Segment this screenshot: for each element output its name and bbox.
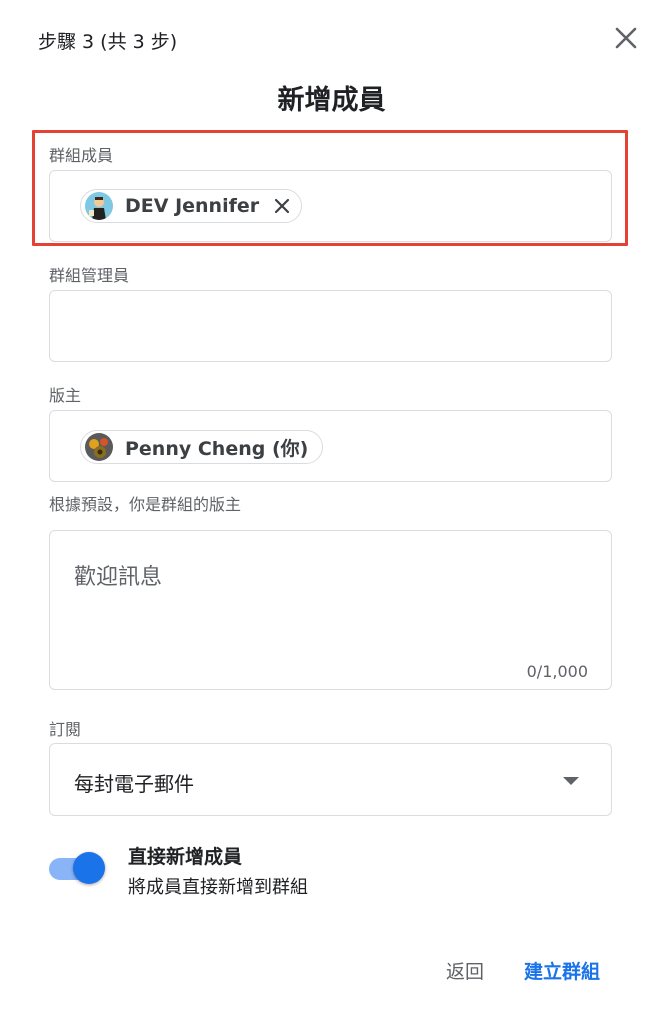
dropdown-arrow-icon: [563, 777, 579, 785]
managers-label: 群組管理員: [49, 266, 130, 285]
owner-chip-penny-cheng[interactable]: Penny Cheng (你): [80, 430, 324, 464]
owner-hint: 根據預設，你是群組的版主: [49, 495, 242, 514]
members-label: 群組成員: [49, 146, 114, 165]
remove-chip-icon[interactable]: [273, 197, 291, 215]
member-chip-label: DEV Jennifer: [125, 195, 260, 217]
avatar: [85, 433, 113, 461]
close-button[interactable]: [612, 24, 640, 52]
managers-input[interactable]: [49, 290, 612, 362]
members-input[interactable]: DEV Jennifer: [49, 170, 612, 242]
owner-chip-label: Penny Cheng (你): [125, 437, 309, 460]
owner-label: 版主: [49, 386, 82, 405]
welcome-message-placeholder: 歡迎訊息: [74, 565, 163, 590]
welcome-message-textarea[interactable]: 歡迎訊息 0/1,000: [49, 530, 612, 690]
subscription-label: 訂閱: [49, 720, 82, 739]
owner-input[interactable]: Penny Cheng (你): [49, 410, 612, 482]
character-counter: 0/1,000: [526, 662, 588, 681]
back-button[interactable]: 返回: [446, 957, 484, 984]
dialog-title: 新增成員: [277, 85, 386, 116]
toggle-knob[interactable]: [73, 852, 105, 884]
create-group-button[interactable]: 建立群組: [524, 957, 600, 984]
step-indicator: 步驟 3 (共 3 步): [38, 31, 178, 53]
subscription-select[interactable]: 每封電子郵件: [49, 743, 612, 816]
direct-add-title: 直接新增成員: [128, 846, 243, 868]
avatar: [85, 192, 113, 220]
direct-add-description: 將成員直接新增到群組: [128, 877, 308, 898]
close-icon: [615, 27, 637, 49]
subscription-value: 每封電子郵件: [74, 772, 194, 796]
member-chip-dev-jennifer[interactable]: DEV Jennifer: [80, 189, 303, 223]
